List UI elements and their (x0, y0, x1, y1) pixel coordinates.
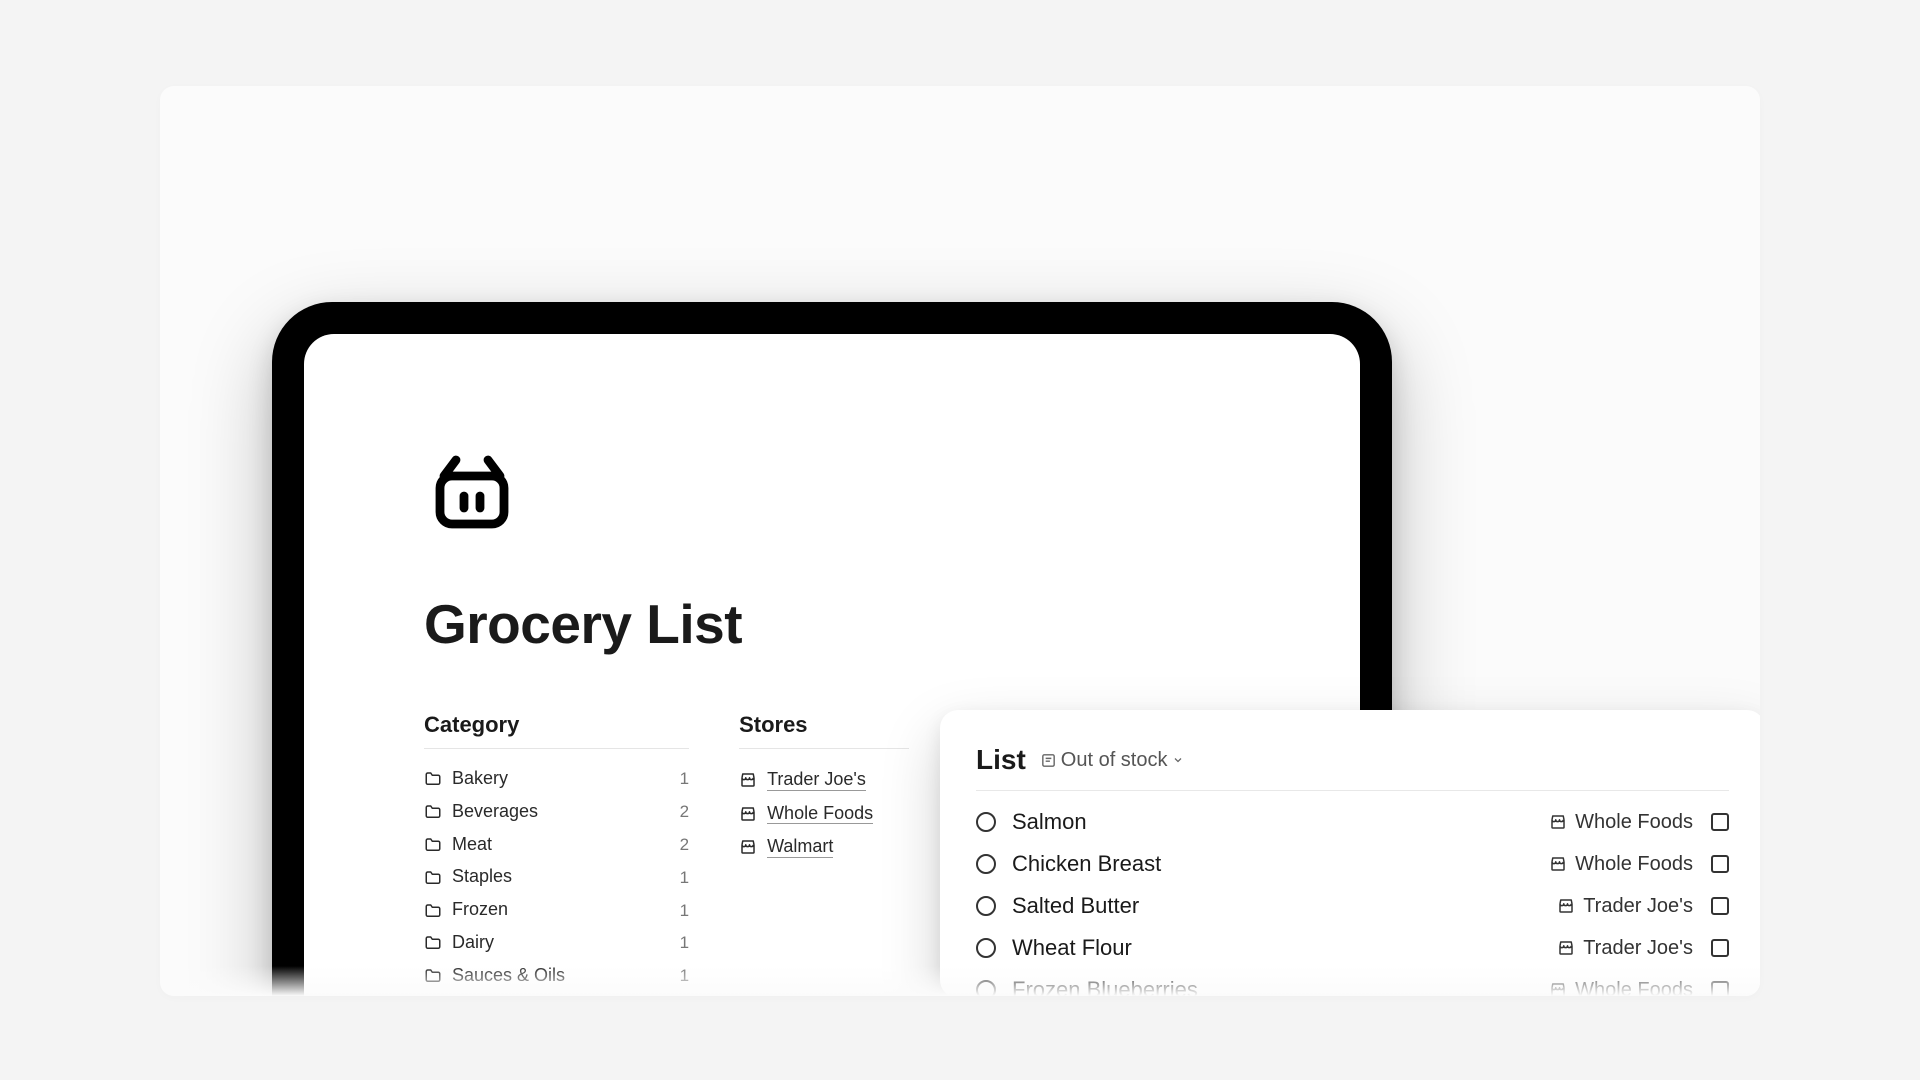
store-item[interactable]: Walmart (739, 830, 909, 864)
category-name: Frozen (452, 900, 680, 921)
category-count: 2 (680, 802, 689, 822)
store-item[interactable]: Trader Joe's (739, 763, 909, 797)
store-icon (1549, 855, 1567, 873)
status-circle-icon[interactable] (976, 854, 996, 874)
status-circle-icon[interactable] (976, 896, 996, 916)
app-canvas: Grocery List Category Bakery 1 Beverages… (160, 86, 1760, 996)
list-item-store-tag[interactable]: Whole Foods (1549, 979, 1693, 997)
store-icon (739, 805, 757, 823)
category-column: Category Bakery 1 Beverages 2 Meat 2 Sta… (424, 712, 689, 996)
list-item-store: Whole Foods (1575, 811, 1693, 834)
stores-column: Stores Trader Joe's Whole Foods Walmart (739, 712, 909, 996)
store-name: Walmart (767, 836, 833, 858)
list-heading: List (976, 744, 1026, 776)
category-item[interactable]: Beverages 2 (424, 796, 689, 829)
category-count: 1 (680, 933, 689, 953)
list-item-checkbox[interactable] (1711, 981, 1729, 996)
folder-icon (424, 934, 442, 952)
store-icon (739, 771, 757, 789)
list-item-store-tag[interactable]: Whole Foods (1549, 811, 1693, 834)
list-item-name: Chicken Breast (1012, 851, 1549, 877)
list-item-name: Salted Butter (1012, 893, 1557, 919)
list-item-store-tag[interactable]: Trader Joe's (1557, 937, 1693, 960)
store-icon (739, 838, 757, 856)
list-item[interactable]: Salted Butter Trader Joe's (976, 885, 1729, 927)
status-circle-icon[interactable] (976, 812, 996, 832)
category-count: 1 (680, 901, 689, 921)
category-count: 2 (680, 835, 689, 855)
category-count: 1 (680, 966, 689, 986)
store-icon (1557, 939, 1575, 957)
folder-icon (424, 967, 442, 985)
category-name: Staples (452, 867, 680, 888)
list-item-checkbox[interactable] (1711, 897, 1729, 915)
store-icon (1549, 813, 1567, 831)
list-filter-label: Out of stock (1061, 749, 1168, 772)
store-icon (1557, 897, 1575, 915)
chevron-down-icon (1172, 754, 1184, 766)
list-item-name: Salmon (1012, 809, 1549, 835)
store-icon (1549, 981, 1567, 996)
list-item-store-tag[interactable]: Whole Foods (1549, 853, 1693, 876)
category-item[interactable]: Meat 2 (424, 829, 689, 862)
category-count: 1 (680, 769, 689, 789)
list-item-store: Trader Joe's (1583, 937, 1693, 960)
status-circle-icon[interactable] (976, 938, 996, 958)
category-name: Beverages (452, 802, 680, 823)
category-name: Dairy (452, 933, 680, 954)
folder-icon (424, 902, 442, 920)
store-item[interactable]: Whole Foods (739, 797, 909, 831)
category-item[interactable]: Staples 1 (424, 861, 689, 894)
list-item-checkbox[interactable] (1711, 939, 1729, 957)
list-item[interactable]: Salmon Whole Foods (976, 801, 1729, 843)
list-item[interactable]: Frozen Blueberries Whole Foods (976, 969, 1729, 996)
list-item-store: Trader Joe's (1583, 895, 1693, 918)
list-overlay-card: List Out of stock Salmon Whole Foods Chi… (940, 710, 1760, 996)
page-title: Grocery List (424, 592, 1240, 656)
category-item[interactable]: Produce 2 (424, 993, 689, 996)
folder-icon (424, 869, 442, 887)
list-item-checkbox[interactable] (1711, 813, 1729, 831)
store-name: Whole Foods (767, 803, 873, 825)
category-item[interactable]: Dairy 1 (424, 927, 689, 960)
list-item-name: Frozen Blueberries (1012, 977, 1549, 996)
category-count: 1 (680, 868, 689, 888)
list-item-checkbox[interactable] (1711, 855, 1729, 873)
folder-icon (424, 803, 442, 821)
list-filter-chip[interactable]: Out of stock (1040, 749, 1184, 772)
list-item-name: Wheat Flour (1012, 935, 1557, 961)
category-name: Meat (452, 835, 680, 856)
folder-icon (424, 836, 442, 854)
category-name: Bakery (452, 769, 680, 790)
list-item[interactable]: Chicken Breast Whole Foods (976, 843, 1729, 885)
store-name: Trader Joe's (767, 769, 866, 791)
category-item[interactable]: Bakery 1 (424, 763, 689, 796)
category-item[interactable]: Frozen 1 (424, 894, 689, 927)
category-name: Sauces & Oils (452, 966, 680, 987)
list-item-store-tag[interactable]: Trader Joe's (1557, 895, 1693, 918)
list-item-store: Whole Foods (1575, 979, 1693, 997)
list-item-store: Whole Foods (1575, 853, 1693, 876)
basket-icon (424, 444, 1240, 540)
category-item[interactable]: Sauces & Oils 1 (424, 960, 689, 993)
category-heading: Category (424, 712, 689, 749)
status-circle-icon[interactable] (976, 980, 996, 996)
list-item[interactable]: Wheat Flour Trader Joe's (976, 927, 1729, 969)
folder-icon (424, 770, 442, 788)
stores-heading: Stores (739, 712, 909, 749)
